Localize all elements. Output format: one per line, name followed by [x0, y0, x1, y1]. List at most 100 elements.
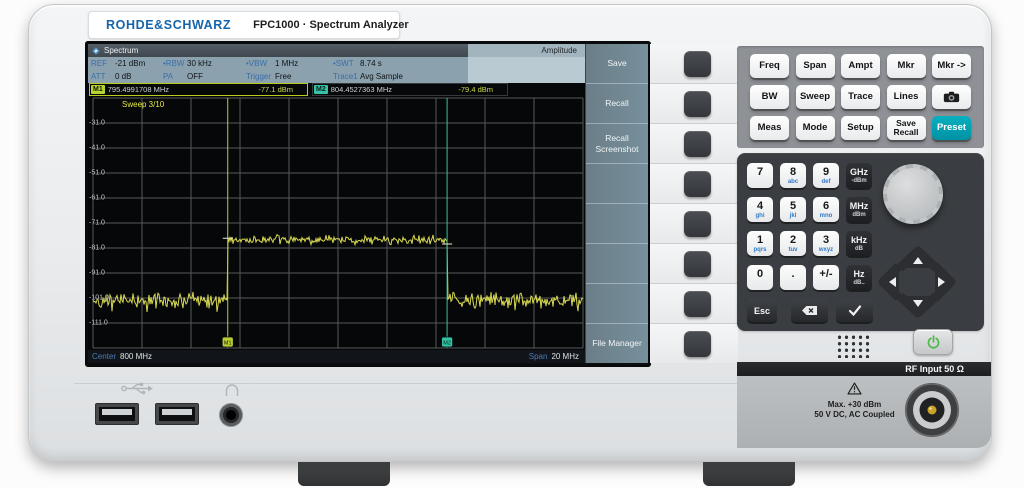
key-khz[interactable]: kHzdB — [846, 231, 872, 256]
headphone-icon — [224, 383, 240, 397]
softkey-button-1[interactable] — [684, 51, 711, 77]
function-key-row: Freq SpanAmpt MkrMkr -> — [750, 54, 971, 78]
key-setup[interactable]: Setup — [841, 116, 880, 140]
marker-readout-m2: M2 804.4527363 MHz -79.4 dBm — [312, 83, 508, 96]
key-span[interactable]: Span — [796, 54, 835, 78]
rotary-knob[interactable] — [883, 164, 943, 224]
marker1-level: -77.1 dBm — [258, 85, 307, 94]
softkey-button-2[interactable] — [684, 91, 711, 117]
y-axis-tick-label: -41.0 — [89, 145, 105, 152]
rotary-knob-face — [887, 168, 939, 220]
center-label: Center — [92, 352, 116, 361]
key-mkr[interactable]: Mkr — [887, 54, 926, 78]
key-freq[interactable]: Freq — [750, 54, 789, 78]
softkey-button-cell — [650, 44, 738, 84]
function-key-row: BW SweepTrace Lines — [750, 85, 971, 109]
softkey-label-recall-screenshot[interactable]: Recall Screenshot — [586, 124, 648, 164]
screen: Spectrum Amplitude REF-21 dBm •RBW30 kHz… — [85, 41, 651, 367]
softkey-button-cell — [650, 124, 738, 164]
app-title: Spectrum — [104, 46, 138, 55]
marker2-chip: M2 — [314, 85, 328, 94]
warning-line-2: 50 V DC, AC Coupled — [807, 410, 902, 420]
arrow-right-key[interactable] — [935, 266, 951, 298]
key-2[interactable]: 2tuv — [780, 231, 806, 256]
key-7[interactable]: 7 — [747, 163, 773, 188]
y-axis-tick-label: -101.0 — [89, 295, 109, 302]
key-9[interactable]: 9def — [813, 163, 839, 188]
key-mhz[interactable]: MHzdBm — [846, 197, 872, 222]
key-screenshot-camera[interactable] — [932, 85, 971, 109]
key-lines[interactable]: Lines — [887, 85, 926, 109]
control-key-row: Esc — [747, 299, 873, 322]
marker-readout-m1: M1 795.4991708 MHz -77.1 dBm — [89, 83, 308, 96]
trace-plot: M1M2 — [88, 96, 585, 350]
key-meas[interactable]: Meas — [750, 116, 789, 140]
marker-bar: M1 795.4991708 MHz -77.1 dBm M2 804.4527… — [88, 83, 585, 96]
softkey-button-column — [650, 44, 738, 363]
key-0[interactable]: 0 — [747, 265, 773, 290]
param-att: ATT0 dB — [88, 72, 160, 81]
softkey-label-file-manager[interactable]: File Manager — [586, 324, 648, 363]
menu-header-panel — [468, 57, 585, 83]
key-1[interactable]: 1pqrs — [747, 231, 773, 256]
softkey-button-8[interactable] — [684, 331, 711, 357]
param-swt: •SWT8.74 s — [330, 59, 468, 68]
key-bw[interactable]: BW — [750, 85, 789, 109]
arrow-left-key[interactable] — [883, 266, 899, 298]
softkey-button-4[interactable] — [684, 171, 711, 197]
menu-title: Amplitude — [468, 44, 585, 57]
param-trace: Trace1Avg Sample — [330, 72, 468, 81]
param-pa: PAOFF — [160, 72, 243, 81]
span-label: Span — [529, 352, 548, 361]
softkey-button-6[interactable] — [684, 251, 711, 277]
arrow-up-key[interactable] — [900, 251, 936, 268]
spectrum-graph: M1M2 -31.0-41.0-51.0-61.0-71.0-81.0-91.0… — [88, 96, 585, 350]
key-[interactable]: . — [780, 265, 806, 290]
softkey-button-5[interactable] — [684, 211, 711, 237]
softkey-button-3[interactable] — [684, 131, 711, 157]
key-mkr[interactable]: Mkr -> — [932, 54, 971, 78]
chassis-seam — [74, 383, 764, 384]
key-ampt[interactable]: Ampt — [841, 54, 880, 78]
function-key-panel: Freq SpanAmpt MkrMkr -> BW SweepTrace Lines Me… — [737, 46, 984, 148]
key-6[interactable]: 6mno — [813, 197, 839, 222]
softkey-label-empty-4 — [586, 164, 648, 204]
rs-diamond-icon — [92, 47, 100, 55]
key-sweep[interactable]: Sweep — [796, 85, 835, 109]
param-rbw: •RBW30 kHz — [160, 59, 243, 68]
navigation-arrow-pad — [872, 244, 962, 320]
key-mode[interactable]: Mode — [796, 116, 835, 140]
key-preset[interactable]: Preset — [932, 116, 971, 140]
speaker-grille — [836, 334, 871, 358]
power-button[interactable] — [913, 329, 953, 355]
softkey-label-empty-5 — [586, 204, 648, 244]
key-3[interactable]: 3wxyz — [813, 231, 839, 256]
param-trigger: TriggerFree — [243, 72, 330, 81]
marker2-level: -79.4 dBm — [458, 85, 507, 94]
key-save-recall[interactable]: Save Recall — [887, 116, 926, 140]
sweep-counter: Sweep 3/10 — [122, 100, 164, 109]
rf-input-strip: RF Input 50 Ω — [737, 362, 991, 376]
key-8[interactable]: 8abc — [780, 163, 806, 188]
key-hz[interactable]: HzdB.. — [846, 265, 872, 290]
arrow-down-key[interactable] — [900, 296, 936, 313]
esc-key[interactable]: Esc — [747, 299, 777, 322]
key-ghz[interactable]: GHz-dBm — [846, 163, 872, 188]
backspace-key[interactable] — [791, 299, 828, 322]
enter-key[interactable] — [836, 299, 873, 322]
softkey-button-7[interactable] — [684, 291, 711, 317]
param-ref: REF-21 dBm — [88, 59, 160, 68]
warning-line-1: Max. +30 dBm — [807, 400, 902, 410]
softkey-button-cell — [650, 244, 738, 284]
usb-port-2 — [155, 403, 199, 425]
usb-port-slot — [99, 407, 135, 421]
function-key-row: Meas ModeSetup Save RecallPreset — [750, 116, 971, 140]
key-5[interactable]: 5jkl — [780, 197, 806, 222]
key-4[interactable]: 4ghi — [747, 197, 773, 222]
softkey-label-save[interactable]: Save — [586, 44, 648, 84]
key-trace[interactable]: Trace — [841, 85, 880, 109]
key-[interactable]: +/- — [813, 265, 839, 290]
softkey-label-recall[interactable]: Recall — [586, 84, 648, 124]
y-axis-tick-label: -51.0 — [89, 170, 105, 177]
rf-input-connector — [903, 381, 961, 439]
